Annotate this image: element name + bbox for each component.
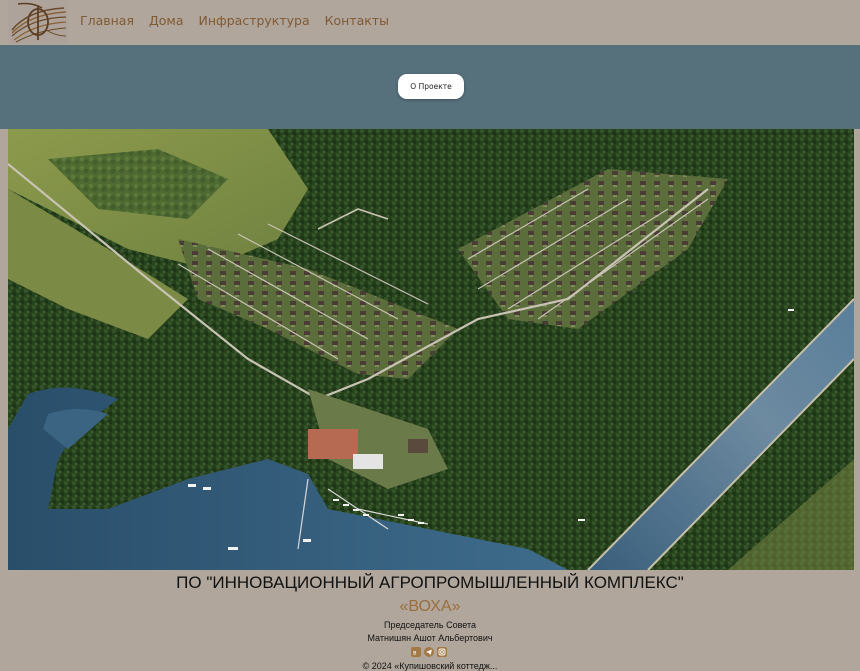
vk-icon[interactable]: в	[411, 647, 421, 657]
chairman-name: Матнишян Ашот Альбертович	[367, 633, 493, 643]
main-nav: Главная Дома Инфраструктура Контакты	[80, 13, 404, 28]
site-footer: ПО "ИННОВАЦИОННЫЙ АГРОПРОМЫШЛЕННЫЙ КОМПЛ…	[0, 570, 860, 671]
nav-link-contacts[interactable]: Контакты	[325, 13, 389, 28]
instagram-icon[interactable]	[437, 647, 447, 657]
hero-band: О Проекте	[0, 45, 860, 129]
copyright-text: © 2024 «Купишовский коттедж...	[362, 661, 498, 671]
site-header: Главная Дома Инфраструктура Контакты	[0, 0, 860, 45]
svg-text:в: в	[413, 650, 417, 657]
organization-title: ПО "ИННОВАЦИОННЫЙ АГРОПРОМЫШЛЕННЫЙ КОМПЛ…	[176, 573, 684, 592]
about-project-button[interactable]: О Проекте	[398, 74, 464, 99]
organization-name: «ВОХА»	[399, 598, 461, 615]
aerial-village-lake-canal-image	[8, 129, 854, 570]
nav-link-houses[interactable]: Дома	[149, 13, 184, 28]
nav-link-home[interactable]: Главная	[80, 13, 134, 28]
chairman-role: Председатель Совета	[384, 620, 476, 630]
telegram-icon[interactable]	[424, 647, 434, 657]
fiber-optic-logo-icon[interactable]	[8, 0, 68, 44]
social-links: в	[411, 647, 447, 657]
nav-link-infrastructure[interactable]: Инфраструктура	[199, 13, 310, 28]
